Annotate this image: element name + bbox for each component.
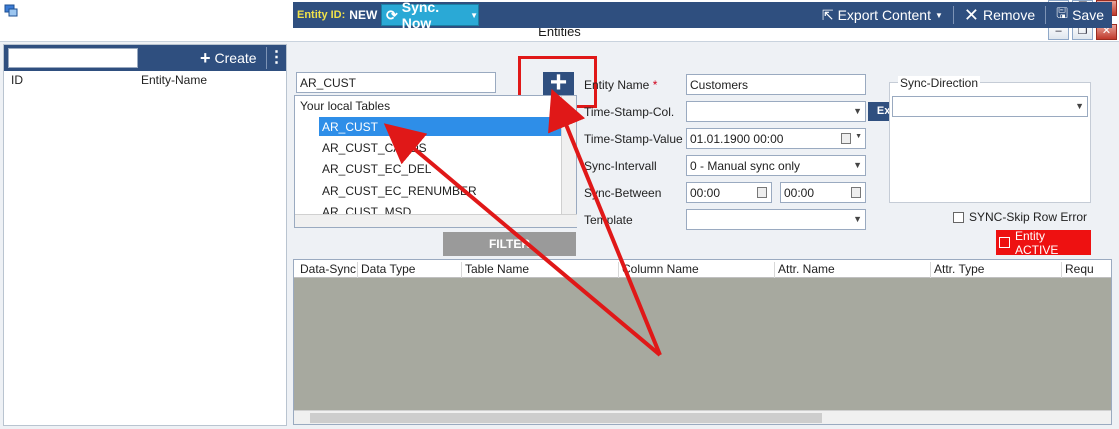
toolbar-separator bbox=[952, 6, 954, 24]
list-item[interactable]: AR_CUST_EC_DEL bbox=[319, 159, 562, 178]
local-tables-list: Your local Tables AR_CUST AR_CUST_CARDS … bbox=[294, 95, 577, 228]
entity-name-field[interactable]: Customers bbox=[686, 74, 866, 95]
chevron-down-icon: ▼ bbox=[853, 106, 862, 116]
toolbar-actions: ⇱ Export Content ▼ ✕ Remove 🖫 Save bbox=[818, 2, 1108, 28]
sync-between-to-field[interactable]: 00:00 bbox=[780, 182, 866, 203]
table-name-input[interactable]: AR_CUST bbox=[296, 72, 496, 93]
more-options-icon[interactable]: ⋮ bbox=[266, 47, 286, 69]
time-stamp-value-field[interactable]: 01.01.1900 00:00 ▼ bbox=[686, 128, 866, 149]
sync-direction-group: ▼ bbox=[889, 82, 1091, 203]
time-stamp-col-label: Time-Stamp-Col. bbox=[584, 105, 675, 119]
export-content-button[interactable]: ⇱ Export Content ▼ bbox=[818, 7, 947, 24]
list-item[interactable]: AR_CUST_EC_RENUMBER bbox=[319, 181, 562, 200]
column-column-name[interactable]: Column Name bbox=[618, 262, 699, 278]
entity-list-panel: + Create ⋮ ID Entity-Name bbox=[3, 44, 287, 426]
column-table-name[interactable]: Table Name bbox=[461, 262, 529, 278]
remove-button[interactable]: ✕ Remove bbox=[960, 5, 1039, 26]
column-required[interactable]: Requ bbox=[1061, 262, 1094, 278]
entity-id-label: Entity ID: bbox=[297, 9, 346, 21]
chevron-down-icon: ▼ bbox=[1075, 101, 1084, 111]
filter-button[interactable]: FILTER bbox=[443, 232, 576, 256]
create-label: Create bbox=[214, 50, 257, 66]
sync-between-label: Sync-Between bbox=[584, 186, 662, 200]
entity-list-toolbar: + Create ⋮ bbox=[4, 45, 286, 71]
local-tables-header: Your local Tables bbox=[300, 99, 391, 113]
chevron-down-icon: ▼ bbox=[853, 160, 862, 170]
export-content-label: Export Content bbox=[837, 7, 931, 23]
sync-direction-label: Sync-Direction bbox=[898, 76, 981, 90]
remove-icon: ✕ bbox=[963, 4, 979, 25]
calendar-icon bbox=[841, 133, 851, 144]
sync-intervall-select[interactable]: 0 - Manual sync only ▼ bbox=[686, 155, 866, 176]
entity-list-header: ID Entity-Name bbox=[4, 71, 286, 89]
template-select[interactable]: ▼ bbox=[686, 209, 866, 230]
chevron-down-icon: ▼ bbox=[855, 133, 862, 140]
save-label: Save bbox=[1072, 7, 1104, 23]
sync-now-button[interactable]: ⟳ Sync. Now ▼ bbox=[381, 0, 479, 31]
grid-horizontal-scrollbar[interactable] bbox=[294, 410, 1111, 424]
sync-icon: ⟳ bbox=[386, 6, 398, 23]
entity-search-input[interactable] bbox=[8, 48, 138, 68]
entity-active-checkbox[interactable]: Entity ACTIVE bbox=[996, 228, 1091, 257]
column-data-sync[interactable]: Data-Sync bbox=[297, 262, 356, 278]
checkbox-icon bbox=[999, 237, 1010, 248]
entity-id-badge: Entity ID: NEW bbox=[293, 2, 382, 28]
skip-row-error-label: SYNC-Skip Row Error bbox=[969, 210, 1088, 224]
remove-label: Remove bbox=[983, 7, 1036, 23]
column-data-type[interactable]: Data Type bbox=[357, 262, 415, 278]
clock-icon bbox=[757, 187, 767, 198]
entity-id-value: NEW bbox=[349, 8, 378, 22]
entity-active-label: Entity ACTIVE bbox=[1015, 228, 1059, 257]
attributes-grid: Data-Sync Data Type Table Name Column Na… bbox=[293, 259, 1112, 425]
checkbox-icon bbox=[953, 211, 964, 223]
horizontal-scrollbar[interactable] bbox=[295, 214, 577, 227]
toolbar-separator bbox=[1045, 6, 1047, 24]
time-stamp-col-select[interactable]: ▼ bbox=[686, 101, 866, 122]
column-entity-name[interactable]: Entity-Name bbox=[141, 73, 207, 87]
sync-direction-select[interactable]: ▼ bbox=[892, 96, 1088, 117]
vertical-scrollbar[interactable] bbox=[561, 96, 576, 215]
chevron-down-icon: ▼ bbox=[853, 214, 862, 224]
column-attr-name[interactable]: Attr. Name bbox=[774, 262, 835, 278]
plus-icon: + bbox=[200, 48, 211, 68]
column-id[interactable]: ID bbox=[11, 73, 23, 87]
template-label: Template bbox=[584, 213, 633, 227]
chevron-down-icon: ▼ bbox=[470, 10, 478, 20]
sync-now-label: Sync. Now bbox=[401, 0, 440, 31]
time-stamp-value-label: Time-Stamp-Value bbox=[584, 132, 683, 146]
main-toolbar: Entity ID: NEW ⟳ Sync. Now ▼ ⇱ Export Co… bbox=[293, 0, 1112, 31]
grid-header: Data-Sync Data Type Table Name Column Na… bbox=[294, 260, 1111, 278]
chevron-down-icon: ▼ bbox=[934, 10, 943, 20]
sync-intervall-label: Sync-Intervall bbox=[584, 159, 657, 173]
sync-between-from-field[interactable]: 00:00 bbox=[686, 182, 772, 203]
save-icon: 🖫 bbox=[1056, 5, 1069, 21]
save-button[interactable]: 🖫 Save bbox=[1052, 3, 1108, 27]
entity-name-label: Entity Name * bbox=[584, 78, 658, 92]
list-item[interactable]: AR_CUST bbox=[319, 117, 562, 136]
skip-row-error-checkbox[interactable]: SYNC-Skip Row Error bbox=[953, 210, 1087, 224]
clock-icon bbox=[851, 187, 861, 198]
list-item[interactable]: AR_CUST_CARDS bbox=[319, 138, 562, 157]
export-icon: ⇱ bbox=[821, 6, 834, 23]
column-attr-type[interactable]: Attr. Type bbox=[930, 262, 984, 278]
create-button[interactable]: + Create bbox=[200, 48, 257, 68]
scrollbar-thumb[interactable] bbox=[310, 413, 822, 423]
